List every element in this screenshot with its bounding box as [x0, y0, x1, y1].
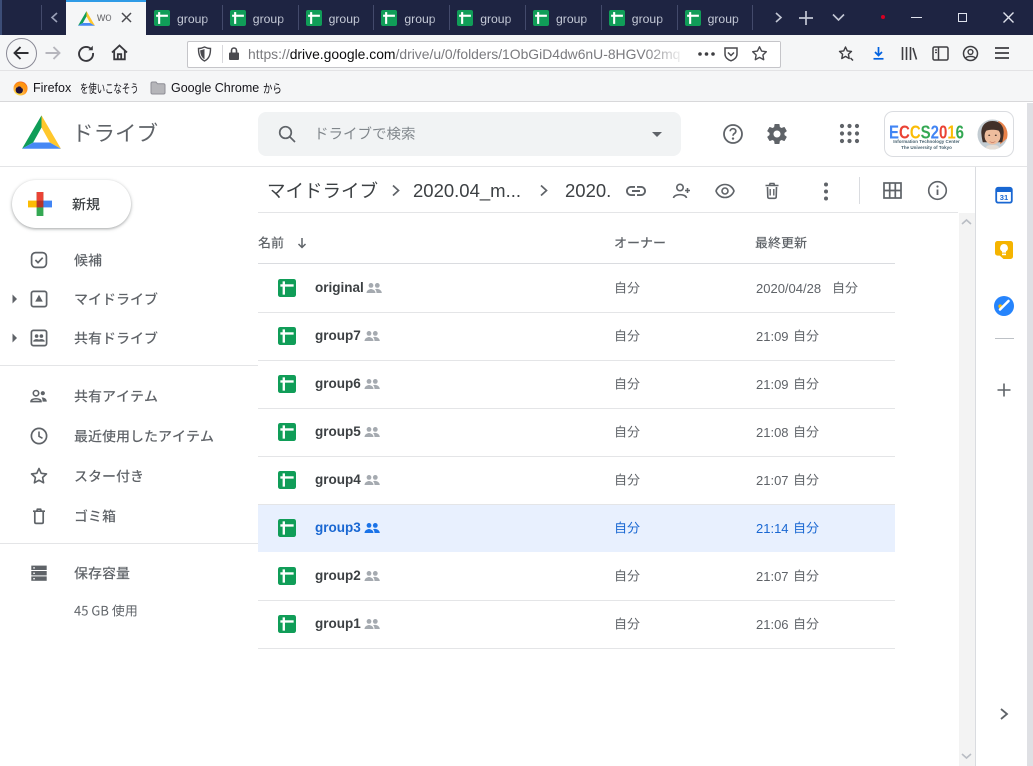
svg-text:31: 31 [1000, 193, 1009, 202]
svg-text:Information Technology Center: Information Technology Center [893, 139, 960, 144]
svg-text:The University of Tokyo: The University of Tokyo [901, 145, 952, 150]
